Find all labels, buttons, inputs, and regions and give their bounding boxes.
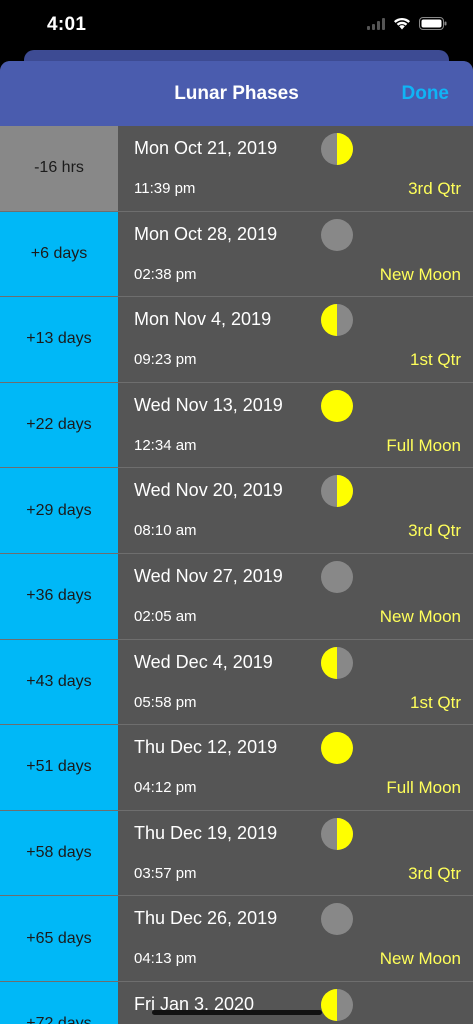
phase-info: Thu Dec 19, 2019 03:57 pm 3rd Qtr [118, 810, 473, 896]
third-quarter-moon-icon [321, 133, 353, 165]
phase-date: Thu Dec 12, 2019 [134, 737, 278, 758]
full-moon-icon [321, 389, 353, 422]
full-moon-icon [321, 732, 353, 765]
phase-name: 1st Qtr [409, 350, 461, 370]
phase-name: New Moon [379, 949, 461, 969]
phase-date: Wed Dec 4, 2019 [134, 651, 273, 672]
phase-info: Mon Nov 4, 2019 09:23 pm 1st Qtr [118, 297, 473, 382]
phase-date: Thu Dec 26, 2019 [134, 908, 278, 929]
phase-name: Full Moon [386, 435, 461, 455]
phase-time: 12:34 am [134, 436, 197, 454]
phase-time: 02:05 am [134, 607, 197, 625]
phase-date: Mon Oct 28, 2019 [134, 223, 278, 244]
list-item[interactable]: +22 days Wed Nov 13, 2019 12:34 am Full Moo… [0, 382, 473, 469]
list-item[interactable]: +65 days Thu Dec 26, 2019 04:13 pm New Moon [0, 896, 473, 982]
phase-info: Wed Nov 13, 2019 12:34 am Full Moon [118, 382, 473, 468]
lunar-phases-sheet: Lunar Phases Done -16 hrs Mon Oct 21, 201… [0, 61, 473, 1024]
offset-label: +36 days [0, 553, 118, 639]
phase-name: 3rd Qtr [408, 863, 461, 883]
phase-name: 1st Qtr [409, 692, 461, 712]
list-item[interactable]: +6 days Mon Oct 28, 2019 02:38 pm New Moon [0, 211, 473, 298]
list-item[interactable]: +36 days Wed Nov 27, 2019 02:05 am New Moon [0, 553, 473, 640]
phase-time: 09:23 pm [134, 351, 197, 369]
home-indicator[interactable] [152, 1010, 322, 1015]
cellular-signal-icon [367, 17, 385, 30]
offset-label: +13 days [0, 297, 118, 382]
list-item[interactable]: -16 hrs Mon Oct 21, 2019 11:39 pm 3rd Qtr [0, 126, 473, 212]
phase-time: 11:39 pm [134, 180, 196, 197]
phase-date: Mon Nov 4, 2019 [134, 309, 272, 330]
navigation-bar: Lunar Phases Done [0, 61, 473, 126]
phase-info: Thu Dec 12, 2019 04:12 pm Full Moon [118, 725, 473, 810]
offset-label: +29 days [0, 468, 118, 553]
new-moon-icon [321, 560, 353, 593]
phase-time: 05:58 pm [134, 693, 197, 711]
new-moon-icon [321, 903, 353, 936]
phase-info: Thu Dec 26, 2019 04:13 pm New Moon [118, 896, 473, 981]
phase-date: Wed Nov 13, 2019 [134, 394, 283, 415]
list-item[interactable]: +51 days Thu Dec 12, 2019 04:12 pm Full Moo… [0, 725, 473, 811]
offset-label: +6 days [0, 211, 118, 297]
phase-name: 3rd Qtr [408, 521, 461, 541]
list-item[interactable]: +72 days Fri Jan 3, 2020 [0, 981, 473, 1024]
phase-time: 04:13 pm [134, 950, 197, 968]
offset-label: +43 days [0, 639, 118, 725]
phase-name: 3rd Qtr [408, 179, 461, 198]
phase-info: Wed Nov 20, 2019 08:10 am 3rd Qtr [118, 468, 473, 553]
phase-list[interactable]: -16 hrs Mon Oct 21, 2019 11:39 pm 3rd Qtr +6… [0, 126, 473, 1024]
list-item[interactable]: +58 days Thu Dec 19, 2019 03:57 pm 3rd Qtr [0, 810, 473, 897]
phase-info: Fri Jan 3, 2020 [118, 981, 473, 1024]
phase-name: Full Moon [386, 778, 461, 798]
status-icons [367, 17, 447, 30]
first-quarter-moon-icon [321, 646, 353, 679]
phase-date: Wed Nov 27, 2019 [134, 565, 283, 586]
third-quarter-moon-icon [321, 817, 353, 850]
phase-date: Mon Oct 21, 2019 [134, 138, 278, 158]
phase-info: Mon Oct 21, 2019 11:39 pm 3rd Qtr [118, 126, 473, 211]
new-moon-icon [321, 218, 353, 251]
status-time: 4:01 [47, 14, 87, 35]
wifi-icon [394, 17, 410, 30]
status-bar: 4:01 [0, 0, 473, 50]
phase-time: 08:10 am [134, 522, 197, 540]
list-item[interactable]: +29 days Wed Nov 20, 2019 08:10 am 3rd Qtr [0, 468, 473, 554]
phase-info: Wed Nov 27, 2019 02:05 am New Moon [118, 553, 473, 639]
third-quarter-moon-icon [321, 475, 353, 508]
phase-time: 04:12 pm [134, 779, 197, 797]
offset-label: +22 days [0, 382, 118, 468]
first-quarter-moon-icon [321, 988, 353, 1021]
offset-label: +65 days [0, 896, 118, 981]
done-button[interactable]: Done [402, 83, 450, 105]
phase-name: New Moon [379, 264, 461, 284]
phase-date: Wed Nov 20, 2019 [134, 480, 283, 501]
phase-info: Wed Dec 4, 2019 05:58 pm 1st Qtr [118, 639, 473, 725]
battery-icon [419, 17, 447, 30]
list-item[interactable]: +43 days Wed Dec 4, 2019 05:58 pm 1st Qtr [0, 639, 473, 726]
phase-name: New Moon [379, 606, 461, 626]
offset-label: +72 days [0, 981, 118, 1024]
phase-time: 02:38 pm [134, 265, 197, 283]
phase-time: 03:57 pm [134, 864, 197, 882]
offset-label: -16 hrs [0, 126, 118, 211]
first-quarter-moon-icon [321, 304, 353, 337]
list-item[interactable]: +13 days Mon Nov 4, 2019 09:23 pm 1st Qtr [0, 297, 473, 383]
phase-info: Mon Oct 28, 2019 02:38 pm New Moon [118, 211, 473, 297]
phase-date: Thu Dec 19, 2019 [134, 822, 278, 843]
offset-label: +58 days [0, 810, 118, 896]
offset-label: +51 days [0, 725, 118, 810]
